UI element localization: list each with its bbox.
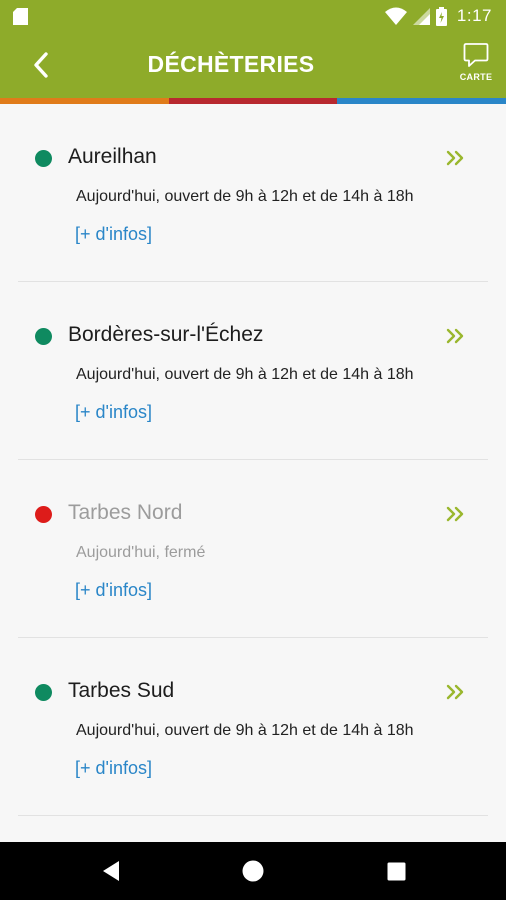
app-root: 1:17 DÉCHÈTERIES CARTE Aureilhan Aujourd… <box>0 0 506 900</box>
status-dot <box>35 684 52 701</box>
center-name: Tarbes Sud <box>68 679 175 702</box>
center-name: Tarbes Nord <box>68 501 183 524</box>
list-item[interactable]: Tarbes Nord Aujourd'hui, fermé [+ d'info… <box>18 460 488 638</box>
nav-recents-button[interactable] <box>381 856 411 886</box>
opening-hours: Aujourd'hui, ouvert de 9h à 12h et de 14… <box>76 188 414 205</box>
more-info-link[interactable]: [+ d'infos] <box>75 402 152 423</box>
double-chevron-icon[interactable] <box>446 682 466 702</box>
center-name: Bordères-sur-l'Échez <box>68 323 264 346</box>
status-dot <box>35 328 52 345</box>
list-item[interactable]: Aureilhan Aujourd'hui, ouvert de 9h à 12… <box>18 104 488 282</box>
center-list: Aureilhan Aujourd'hui, ouvert de 9h à 12… <box>0 104 506 842</box>
status-bar: 1:17 <box>0 0 506 32</box>
map-button-label: CARTE <box>459 72 493 82</box>
signal-icon <box>412 7 430 25</box>
nav-home-button[interactable] <box>238 856 268 886</box>
double-chevron-icon[interactable] <box>446 504 466 524</box>
opening-hours: Aujourd'hui, ouvert de 9h à 12h et de 14… <box>76 366 414 383</box>
back-triangle-icon <box>103 861 119 881</box>
map-button[interactable]: CARTE <box>456 42 496 90</box>
home-circle-icon <box>242 860 264 882</box>
opening-hours: Aujourd'hui, fermé <box>76 544 206 561</box>
app-bar: DÉCHÈTERIES CARTE <box>0 32 506 98</box>
status-dot <box>35 150 52 167</box>
status-dot <box>35 506 52 523</box>
map-bubble-icon <box>463 43 489 67</box>
double-chevron-icon[interactable] <box>446 326 466 346</box>
more-info-link[interactable]: [+ d'infos] <box>75 758 152 779</box>
navigation-bar <box>0 842 506 900</box>
more-info-link[interactable]: [+ d'infos] <box>75 580 152 601</box>
page-title: DÉCHÈTERIES <box>147 51 315 77</box>
status-time: 1:17 <box>456 6 492 25</box>
list-item[interactable]: Bordères-sur-l'Échez Aujourd'hui, ouvert… <box>18 282 488 460</box>
sd-card-icon <box>13 8 28 25</box>
center-name: Aureilhan <box>68 145 157 168</box>
battery-icon <box>435 6 447 26</box>
more-info-link[interactable]: [+ d'infos] <box>75 224 152 245</box>
recents-square-icon <box>387 862 405 880</box>
double-chevron-icon[interactable] <box>446 148 466 168</box>
nav-back-button[interactable] <box>96 856 126 886</box>
wifi-icon <box>384 7 407 25</box>
list-item[interactable]: Tarbes Sud Aujourd'hui, ouvert de 9h à 1… <box>18 638 488 816</box>
opening-hours: Aujourd'hui, ouvert de 9h à 12h et de 14… <box>76 722 414 739</box>
